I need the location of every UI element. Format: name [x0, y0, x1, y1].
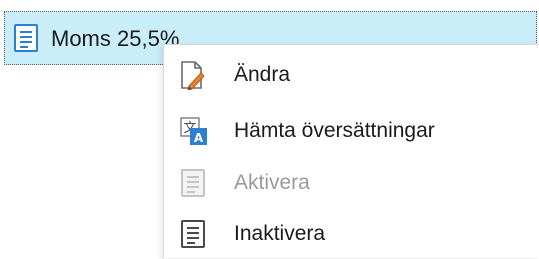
menu-item-label: Inaktivera	[234, 222, 326, 245]
menu-item-get-translations[interactable]: 文 A Hämta översättningar	[164, 108, 539, 156]
menu-item-deactivate[interactable]: Inaktivera	[164, 211, 539, 259]
menu-item-label: Hämta översättningar	[234, 119, 435, 142]
edit-document-icon	[180, 60, 206, 91]
list-document-icon	[180, 219, 206, 249]
list-document-icon	[180, 168, 206, 198]
menu-item-activate[interactable]: Aktivera	[164, 160, 539, 208]
tree-row-label: Moms 25,5%	[51, 26, 180, 51]
menu-item-label: Aktivera	[234, 171, 310, 194]
list-document-icon	[13, 23, 39, 53]
svg-text:A: A	[194, 131, 204, 145]
menu-item-edit[interactable]: Ändra	[164, 52, 539, 100]
translate-icon: 文 A	[180, 116, 207, 146]
context-menu: Ändra 文 A Hämta översättningar Aktivera	[163, 44, 539, 258]
menu-item-label: Ändra	[234, 63, 291, 86]
